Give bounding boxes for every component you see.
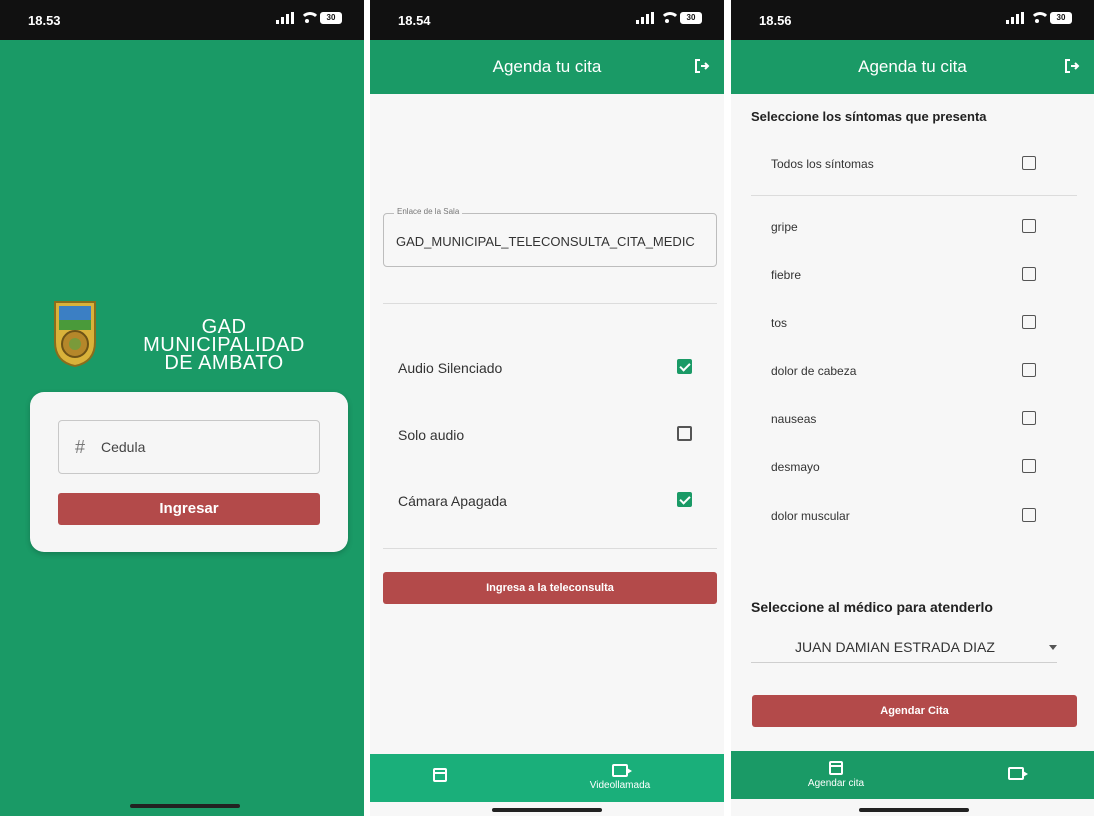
symptom-checkbox[interactable] [1022, 411, 1036, 425]
status-bar: 18.56 30 [731, 0, 1094, 40]
nav-schedule[interactable] [425, 768, 455, 782]
cedula-field[interactable]: # [58, 420, 320, 474]
status-time: 18.54 [398, 13, 431, 28]
option-label: Solo audio [398, 427, 465, 443]
municipal-shield-logo [54, 301, 96, 368]
signal-icon [276, 12, 294, 24]
app-bar: Agenda tu cita [731, 40, 1094, 94]
symptom-row[interactable]: nauseas [771, 407, 1054, 433]
audio-only-checkbox[interactable] [677, 426, 692, 441]
doctor-title: Seleccione al médico para atenderlo [751, 599, 993, 615]
symptom-checkbox[interactable] [1022, 156, 1036, 170]
symptom-checkbox[interactable] [1022, 315, 1036, 329]
audio-muted-checkbox[interactable] [677, 359, 692, 374]
schedule-appointment-button[interactable]: Agendar Cita [752, 695, 1077, 727]
wifi-icon [660, 12, 680, 24]
nav-schedule[interactable]: Agendar cita [791, 761, 881, 789]
option-row-audio-only[interactable]: Solo audio [398, 420, 700, 450]
nav-videocall[interactable]: Videollamada [575, 764, 665, 791]
symptom-checkbox[interactable] [1022, 219, 1036, 233]
hash-icon: # [75, 437, 86, 457]
symptom-label: nauseas [771, 412, 817, 426]
symptom-row[interactable]: desmayo [771, 455, 1054, 481]
page-title: Agenda tu cita [492, 57, 602, 76]
symptom-row[interactable]: gripe [771, 215, 1054, 241]
divider [751, 195, 1077, 196]
wifi-icon [1030, 12, 1050, 24]
symptom-checkbox[interactable] [1022, 363, 1036, 377]
room-link-label: Enlace de la Sala [394, 207, 463, 216]
divider [383, 303, 717, 304]
nav-label: Videollamada [589, 780, 651, 791]
wifi-icon [300, 12, 320, 24]
camera-off-checkbox[interactable] [677, 492, 692, 507]
option-row-audio-muted[interactable]: Audio Silenciado [398, 353, 700, 383]
status-bar: 18.54 30 [370, 0, 724, 40]
bottom-nav: Agendar cita [731, 751, 1094, 799]
room-link-field[interactable]: Enlace de la Sala GAD_MUNICIPAL_TELECONS… [383, 207, 717, 267]
brand-line-1: GAD MUNICIPALIDAD [143, 316, 305, 356]
login-button[interactable]: Ingresar [58, 493, 320, 525]
signal-icon [1006, 12, 1024, 24]
symptom-label: gripe [771, 220, 798, 234]
symptom-row-all[interactable]: Todos los síntomas [771, 152, 1054, 178]
login-screen: 18.53 30 GAD MUNICIPALIDAD DE AMBATO # I… [0, 0, 364, 816]
symptom-checkbox[interactable] [1022, 459, 1036, 473]
symptom-checkbox[interactable] [1022, 508, 1036, 522]
bottom-nav: Videollamada [370, 754, 724, 802]
doctor-select[interactable]: JUAN DAMIAN ESTRADA DIAZ [751, 633, 1057, 663]
symptom-row[interactable]: fiebre [771, 263, 1054, 289]
dropdown-arrow-icon [1049, 645, 1057, 650]
symptom-checkbox[interactable] [1022, 267, 1036, 281]
nav-label: Agendar cita [807, 778, 865, 789]
battery-icon: 30 [1050, 12, 1072, 24]
home-indicator [859, 808, 969, 812]
page-title: Agenda tu cita [858, 57, 967, 76]
symptom-label: desmayo [771, 460, 820, 474]
video-call-icon [1008, 767, 1028, 780]
calendar-icon [433, 768, 447, 782]
signal-icon [636, 12, 654, 24]
option-row-camera-off[interactable]: Cámara Apagada [398, 486, 700, 516]
symptom-row[interactable]: dolor muscular [771, 504, 1054, 530]
video-call-icon [612, 764, 632, 777]
login-card: # Ingresar [30, 392, 348, 552]
logout-icon[interactable] [1064, 58, 1080, 74]
symptom-label: dolor de cabeza [771, 364, 857, 378]
status-bar: 18.53 30 [0, 0, 364, 40]
cedula-input[interactable] [101, 435, 301, 459]
symptom-label: dolor muscular [771, 509, 850, 523]
battery-icon: 30 [320, 12, 342, 24]
nav-videocall[interactable] [1001, 767, 1031, 780]
videocall-screen: 18.54 30 Agenda tu cita Enlace de la Sal… [370, 0, 724, 816]
battery-icon: 30 [680, 12, 702, 24]
brand-name: GAD MUNICIPALIDAD DE AMBATO [124, 316, 324, 374]
symptom-label: fiebre [771, 268, 802, 282]
symptom-row[interactable]: dolor de cabeza [771, 359, 1054, 385]
symptom-label: Todos los síntomas [771, 157, 874, 171]
app-bar: Agenda tu cita [370, 40, 724, 94]
symptom-row[interactable]: tos [771, 311, 1054, 337]
symptom-label: tos [771, 316, 788, 330]
calendar-icon [829, 761, 843, 775]
doctor-selected: JUAN DAMIAN ESTRADA DIAZ [795, 639, 995, 655]
home-indicator [130, 804, 240, 808]
join-teleconsult-button[interactable]: Ingresa a la teleconsulta [383, 572, 717, 604]
divider [383, 548, 717, 549]
home-indicator [492, 808, 602, 812]
option-label: Cámara Apagada [398, 493, 507, 509]
status-time: 18.53 [28, 13, 61, 28]
brand-line-2: DE AMBATO [164, 352, 284, 374]
status-time: 18.56 [759, 13, 792, 28]
option-label: Audio Silenciado [398, 360, 503, 376]
symptoms-title: Seleccione los síntomas que presenta [751, 109, 987, 124]
schedule-screen: 18.56 30 Agenda tu cita Seleccione los s… [731, 0, 1094, 816]
room-link-value: GAD_MUNICIPAL_TELECONSULTA_CITA_MEDIC [396, 234, 695, 249]
logout-icon[interactable] [694, 58, 710, 74]
